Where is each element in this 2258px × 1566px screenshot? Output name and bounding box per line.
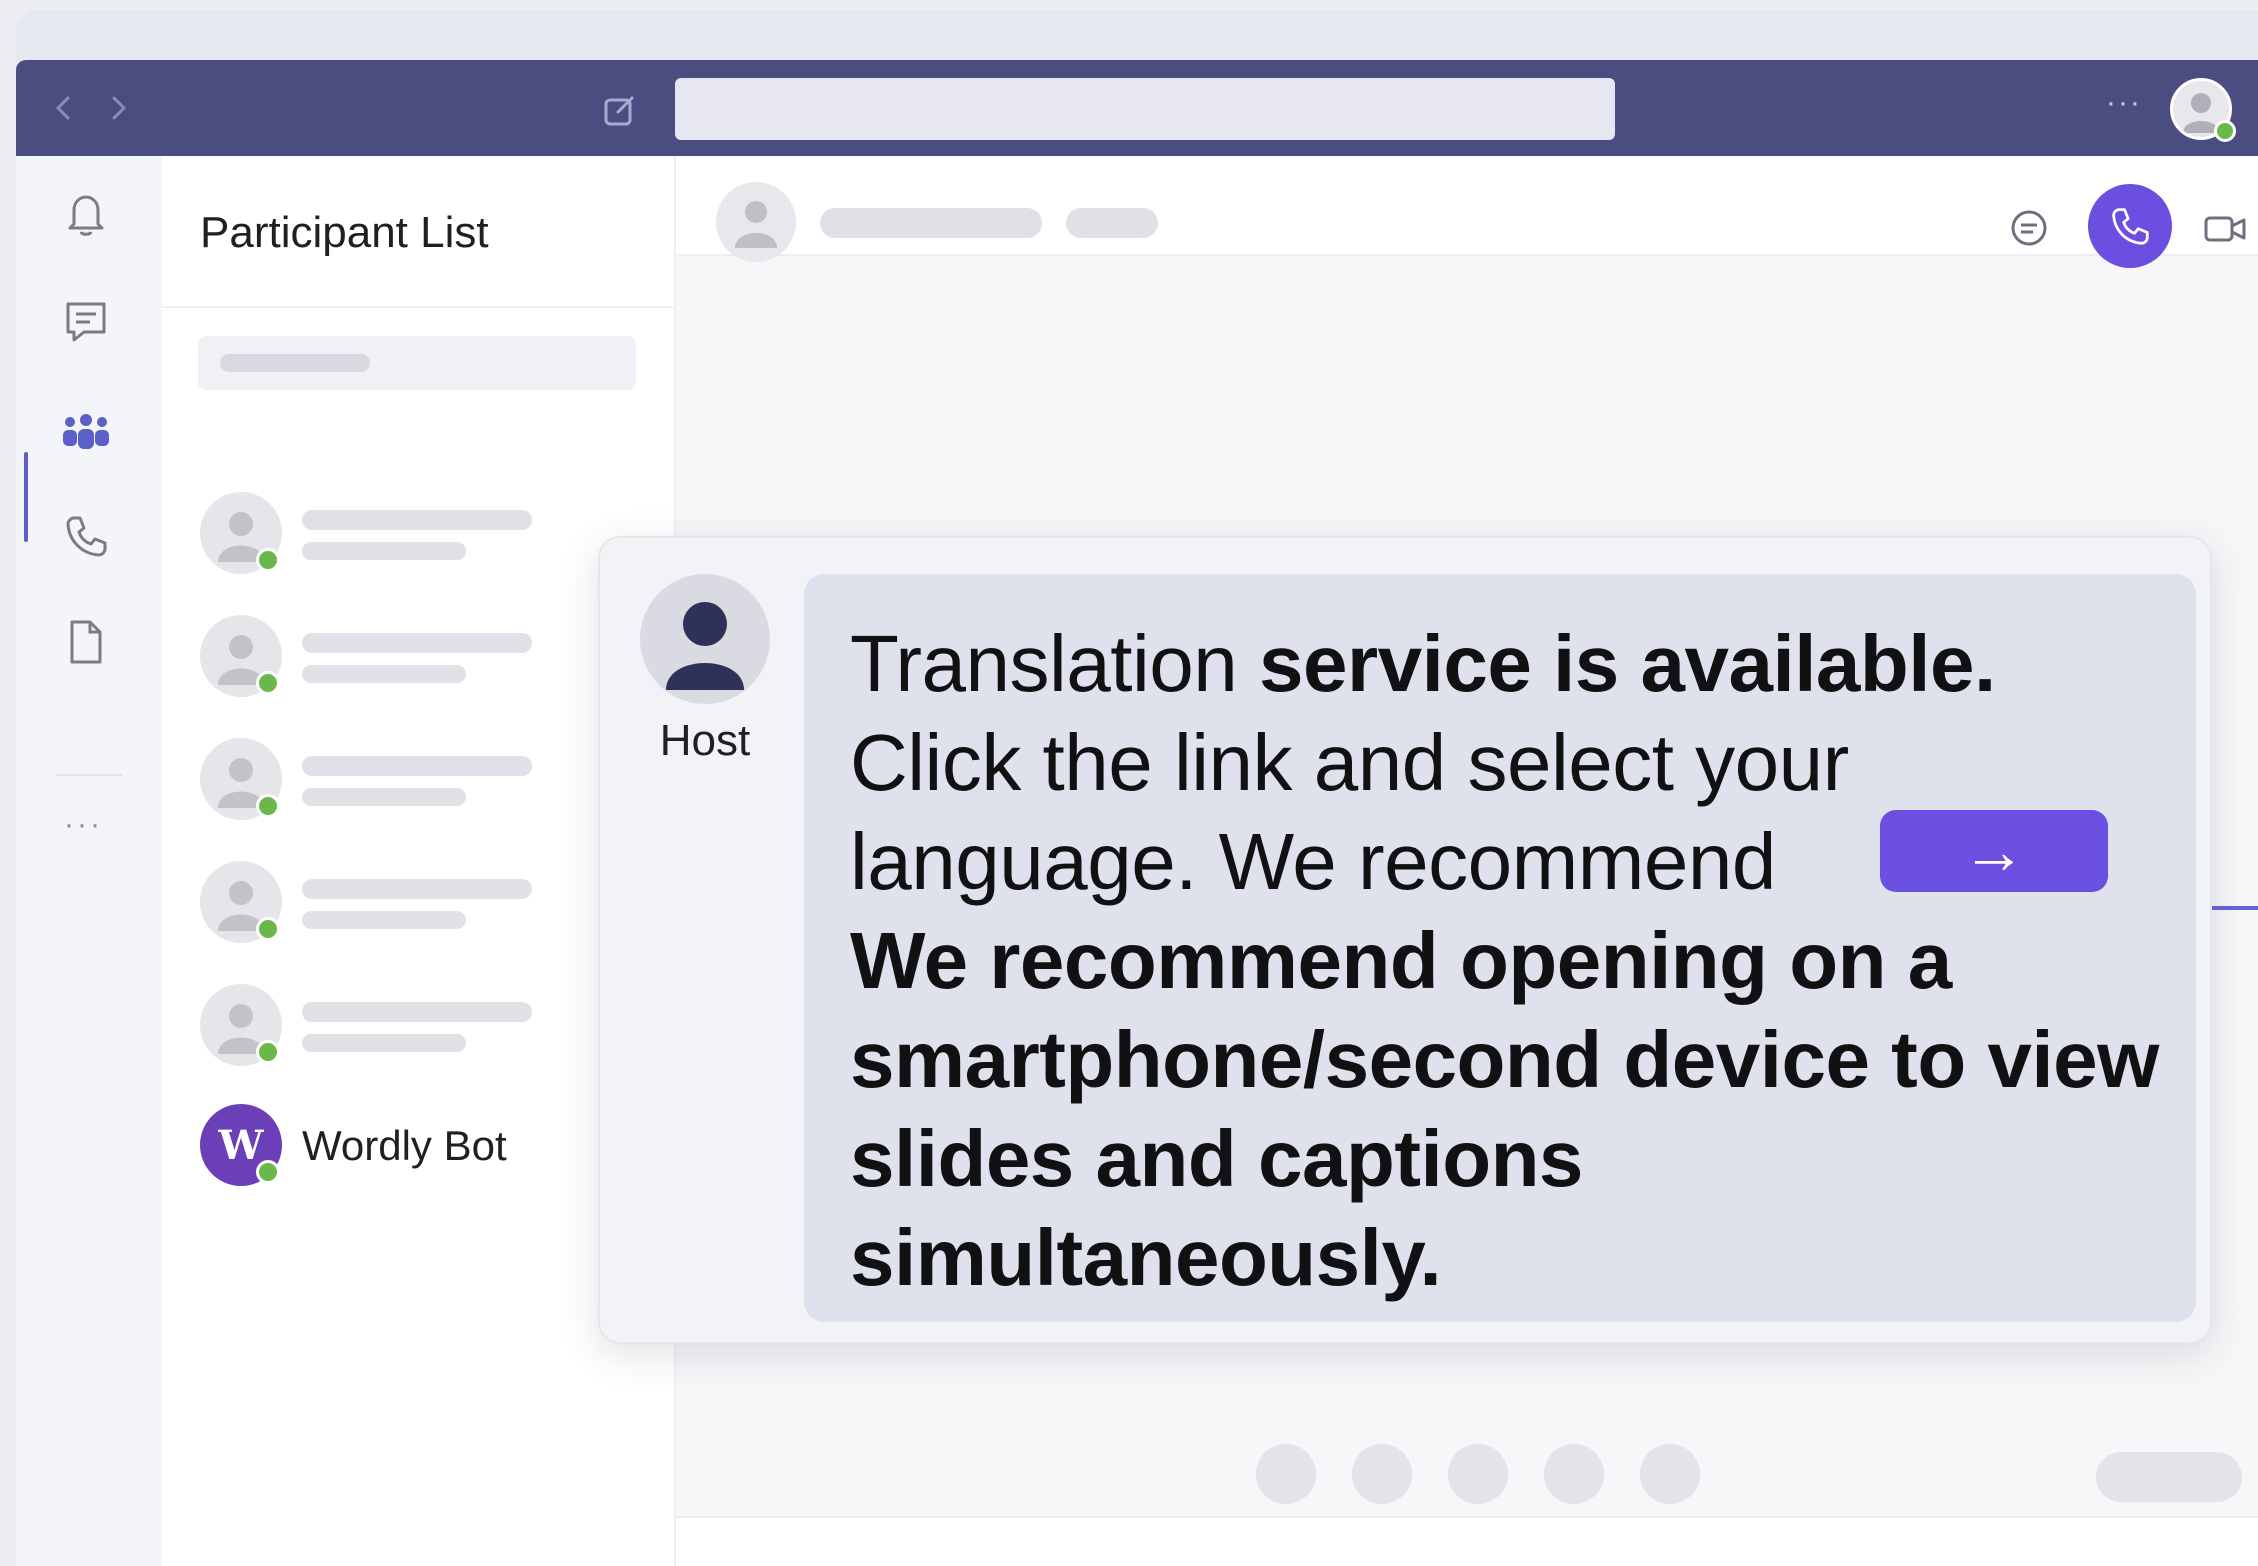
bot-name: Wordly Bot — [302, 1122, 507, 1169]
chevron-left-icon — [55, 96, 70, 120]
list-item[interactable] — [200, 615, 640, 705]
presence-indicator — [256, 794, 280, 818]
person-icon — [735, 201, 777, 248]
search-placeholder-bar — [220, 354, 370, 372]
back-button[interactable] — [52, 90, 76, 126]
presence-indicator — [256, 671, 280, 695]
footer-controls — [1256, 1444, 1700, 1504]
message-text-regular: Click the link and select your language.… — [850, 718, 1849, 906]
status-placeholder — [302, 1034, 466, 1052]
footer-pill-button[interactable] — [2096, 1452, 2242, 1502]
rail-item-activity[interactable] — [56, 184, 116, 244]
list-item[interactable] — [200, 492, 640, 582]
name-placeholder — [302, 879, 532, 899]
rail-item-chat[interactable] — [56, 292, 116, 352]
accent-divider — [2212, 906, 2258, 910]
presence-indicator — [256, 548, 280, 572]
rail-active-indicator — [24, 452, 28, 542]
name-placeholder — [302, 633, 532, 653]
call-button[interactable] — [2088, 184, 2172, 268]
arrow-right-icon: → — [1962, 815, 2026, 887]
more-options-button[interactable]: ··· — [2106, 86, 2142, 120]
forward-button[interactable] — [106, 90, 130, 126]
chat-title-placeholder — [820, 208, 1042, 238]
panel-divider — [162, 306, 676, 308]
footer-control-button[interactable] — [1352, 1444, 1412, 1504]
chat-bubble-icon — [2011, 210, 2047, 246]
status-placeholder — [302, 788, 466, 806]
message-text-bold: We recommend opening on a smartphone/sec… — [850, 916, 2159, 1302]
footer-control-button[interactable] — [1640, 1444, 1700, 1504]
status-placeholder — [302, 542, 466, 560]
rail-item-files[interactable] — [56, 612, 116, 672]
message-bubble: Translation service is available. Click … — [804, 574, 2196, 1322]
bell-icon — [68, 195, 104, 236]
name-placeholder — [302, 510, 532, 530]
chat-subtitle-placeholder — [1066, 208, 1158, 238]
rail-item-teams[interactable] — [56, 402, 116, 462]
video-icon — [2204, 216, 2246, 242]
host-avatar — [640, 574, 770, 704]
message-text-regular: Translation — [850, 619, 1259, 708]
rail-item-calls[interactable] — [56, 506, 116, 566]
translation-link-button[interactable]: → — [1880, 810, 2108, 892]
list-item[interactable] — [200, 984, 640, 1074]
compose-button[interactable] — [600, 90, 640, 130]
rail-divider — [56, 774, 122, 776]
name-placeholder — [302, 1002, 532, 1022]
footer-control-button[interactable] — [1448, 1444, 1508, 1504]
teams-icon — [63, 414, 109, 449]
title-bar: ··· — [16, 60, 2258, 156]
compose-icon — [604, 96, 634, 126]
chat-footer — [676, 1516, 2258, 1566]
sender-name: Host — [659, 716, 751, 765]
footer-control-button[interactable] — [1544, 1444, 1604, 1504]
participant-search-input[interactable] — [198, 336, 636, 390]
rail-more-button[interactable]: ··· — [64, 808, 103, 842]
list-item[interactable] — [200, 738, 640, 828]
chat-button[interactable] — [2006, 206, 2052, 252]
message-text: Translation service is available. Click … — [850, 614, 2170, 1307]
person-icon — [666, 602, 744, 690]
chevron-right-icon — [112, 96, 127, 120]
app-rail: ··· — [16, 156, 162, 1566]
presence-indicator — [256, 1160, 280, 1184]
chat-header — [676, 156, 2258, 268]
status-placeholder — [302, 665, 466, 683]
status-placeholder — [302, 911, 466, 929]
app-window: ··· ··· Participant List W Wordly Bot Ho… — [16, 60, 2258, 1566]
search-bar[interactable] — [675, 78, 1615, 140]
phone-icon — [66, 516, 107, 557]
presence-indicator — [2214, 120, 2236, 142]
panel-title: Participant List — [200, 208, 489, 257]
list-item[interactable] — [200, 861, 640, 951]
phone-icon — [2112, 208, 2149, 245]
message-text-bold: service is available. — [1259, 619, 1996, 708]
list-item-wordly-bot[interactable]: W Wordly Bot — [200, 1104, 640, 1194]
nav-arrows — [52, 90, 130, 126]
avatar — [716, 182, 796, 262]
footer-control-button[interactable] — [1256, 1444, 1316, 1504]
presence-indicator — [256, 917, 280, 941]
message-card: Host Translation service is available. C… — [598, 536, 2212, 1344]
presence-indicator — [256, 1040, 280, 1064]
file-icon — [70, 620, 102, 664]
name-placeholder — [302, 756, 532, 776]
video-button[interactable] — [2202, 206, 2248, 252]
chat-icon — [66, 302, 106, 342]
